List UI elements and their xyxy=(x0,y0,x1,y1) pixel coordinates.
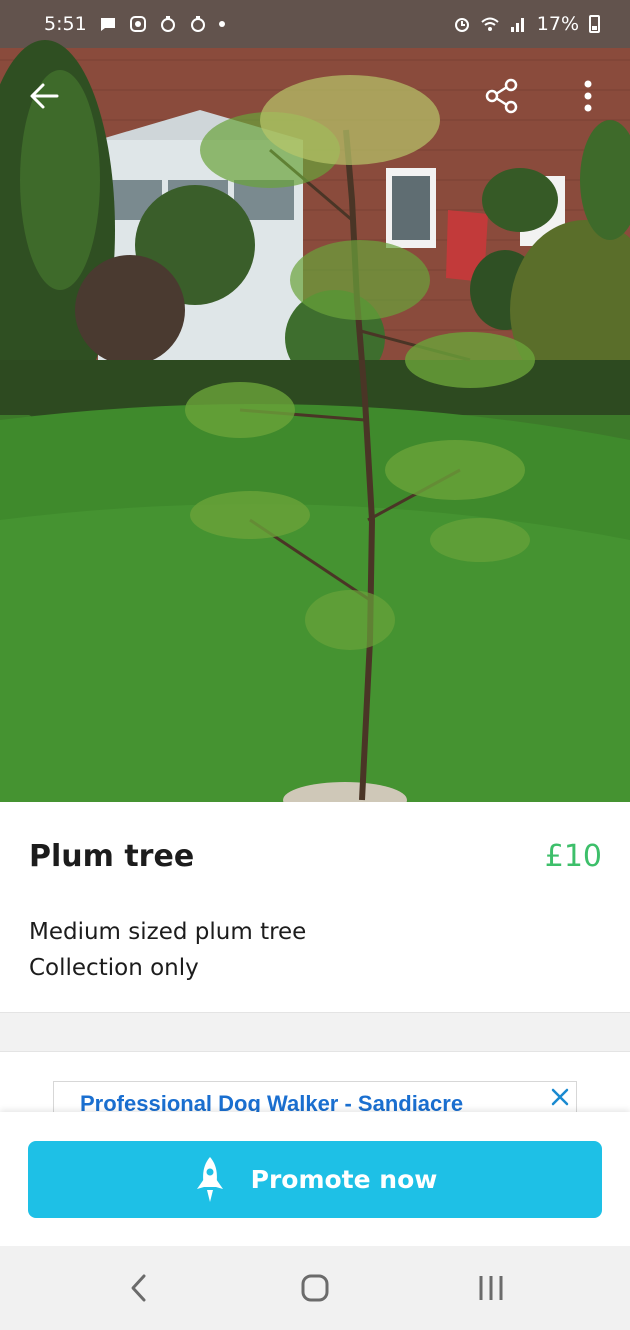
alarm-icon xyxy=(454,18,469,32)
more-vertical-icon xyxy=(584,80,592,112)
status-time: 5:51 xyxy=(44,13,87,35)
wifi-icon xyxy=(481,17,499,31)
status-bar: 5:51 17% xyxy=(0,0,630,48)
app-icon xyxy=(190,16,205,32)
close-icon[interactable] xyxy=(548,1085,572,1109)
recents-icon xyxy=(479,1276,503,1300)
description-line: Medium sized plum tree xyxy=(29,919,307,945)
signal-icon xyxy=(510,18,524,32)
listing-price: £10 xyxy=(544,839,602,874)
app-icon xyxy=(160,16,175,32)
message-icon xyxy=(100,18,115,31)
nav-back-button[interactable] xyxy=(117,1266,161,1310)
system-nav-bar xyxy=(0,1246,630,1330)
battery-icon xyxy=(589,15,600,33)
battery-percent: 17% xyxy=(536,13,579,35)
back-icon xyxy=(131,1274,146,1302)
home-icon xyxy=(301,1274,329,1302)
dot-icon xyxy=(218,21,225,27)
listing-title: Plum tree xyxy=(29,839,195,874)
share-button[interactable] xyxy=(478,72,526,120)
rocket-icon xyxy=(196,1156,223,1202)
plum-tree-photo xyxy=(0,0,630,802)
nav-home-button[interactable] xyxy=(293,1266,337,1310)
nav-recents-button[interactable] xyxy=(469,1266,513,1310)
listing-description: Medium sized plum tree Collection only xyxy=(29,914,306,986)
listing-photo[interactable] xyxy=(0,0,630,802)
notification-icon xyxy=(129,16,146,32)
status-left: 5:51 xyxy=(44,13,225,35)
description-line: Collection only xyxy=(29,955,199,981)
status-right: 17% xyxy=(453,13,600,35)
back-button[interactable] xyxy=(20,72,68,120)
bottom-action-bar: Promote now xyxy=(0,1112,630,1246)
ad-text[interactable]: Professional Dog Walker - Sandiacre xyxy=(80,1091,463,1114)
share-icon xyxy=(485,78,518,114)
listing-info: Plum tree £10 Medium sized plum tree Col… xyxy=(0,802,630,1012)
promote-label: Promote now xyxy=(250,1165,438,1194)
section-divider xyxy=(0,1012,630,1052)
more-options-button[interactable] xyxy=(564,72,612,120)
ad-area: Professional Dog Walker - Sandiacre xyxy=(0,1052,630,1114)
ad-banner[interactable]: Professional Dog Walker - Sandiacre xyxy=(53,1081,577,1114)
promote-now-button[interactable]: Promote now xyxy=(28,1141,602,1218)
back-arrow-icon xyxy=(30,83,59,109)
